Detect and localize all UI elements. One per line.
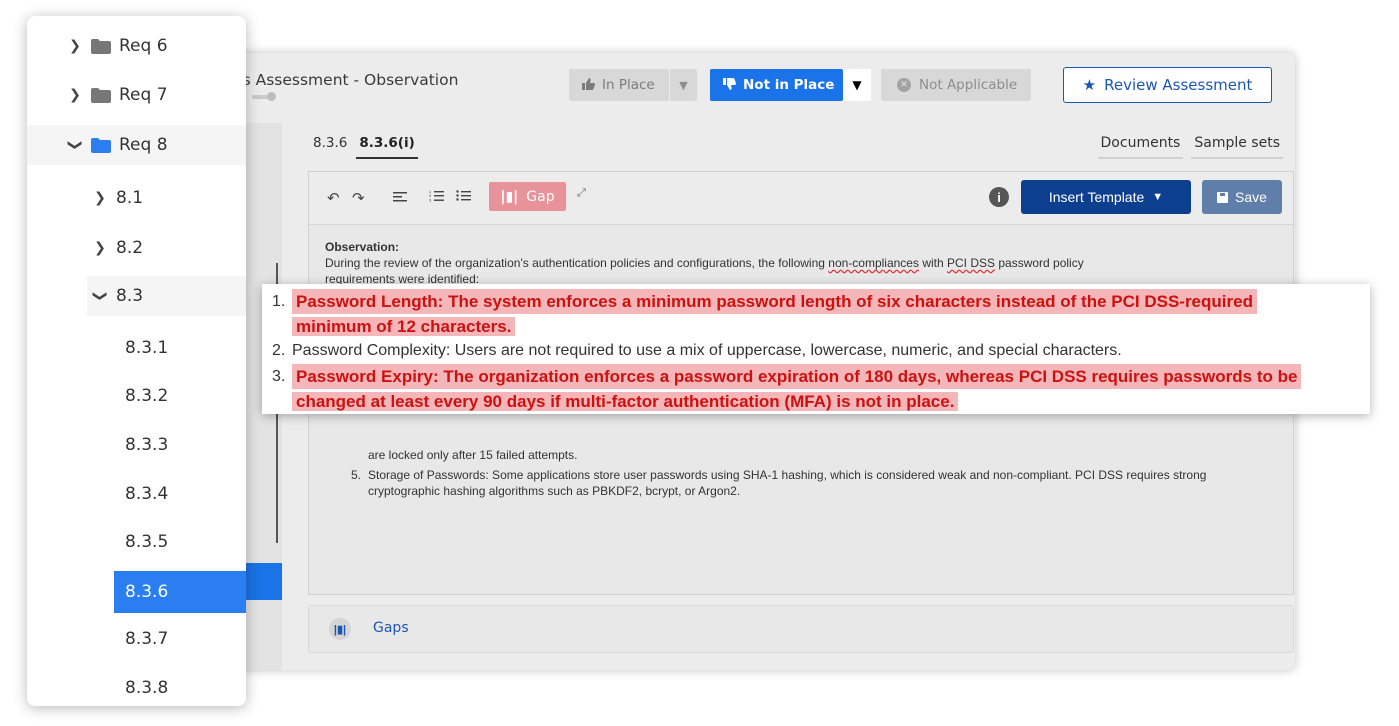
not-in-place-label: Not in Place bbox=[743, 77, 835, 93]
save-button[interactable]: Save bbox=[1202, 180, 1282, 214]
callout-item-1: 1. Password Length: The system enforces … bbox=[272, 289, 1257, 339]
list-item: 5. Storage of Passwords: Some application… bbox=[351, 468, 1207, 498]
list-item: are locked only after 15 failed attempts… bbox=[368, 448, 578, 462]
gap-button[interactable]: |▮| Gap bbox=[489, 182, 566, 211]
chevron-right-icon[interactable]: ❯ bbox=[92, 190, 108, 206]
review-assessment-label: Review Assessment bbox=[1104, 76, 1253, 94]
zoom-callout: 1. Password Length: The system enforces … bbox=[262, 284, 1370, 414]
tree-item-8-3-2[interactable]: 8.3.2 bbox=[27, 376, 246, 416]
redo-icon[interactable]: ↷ bbox=[352, 189, 365, 207]
not-applicable-button[interactable]: ✕ Not Applicable bbox=[881, 69, 1031, 101]
info-icon[interactable]: i bbox=[989, 187, 1009, 207]
not-in-place-button[interactable]: Not in Place bbox=[710, 69, 843, 101]
tree-item-8-3-4[interactable]: 8.3.4 bbox=[27, 474, 246, 514]
highlighted-text: Password Length: The system enforces a m… bbox=[292, 289, 1257, 314]
folder-icon bbox=[91, 137, 111, 153]
caret-down-icon: ▼ bbox=[1152, 191, 1164, 203]
star-icon: ★ bbox=[1082, 76, 1097, 94]
tree-item-req-6[interactable]: ❯ Req 6 bbox=[27, 26, 246, 66]
ordered-list-icon[interactable]: 123 bbox=[429, 189, 444, 206]
active-row-indicator bbox=[245, 563, 282, 600]
tree-item-8-1[interactable]: ❯ 8.1 bbox=[27, 178, 246, 218]
modal-title: ils Assessment - Observation bbox=[234, 71, 459, 89]
observation-intro: During the review of the organization's … bbox=[325, 256, 1084, 270]
save-label: Save bbox=[1235, 189, 1267, 205]
requirement-tabs: 8.3.6 8.3.6(i) bbox=[310, 133, 424, 159]
folder-icon bbox=[91, 87, 111, 103]
tree-item-8-2[interactable]: ❯ 8.2 bbox=[27, 228, 246, 268]
drag-handle-icon[interactable] bbox=[252, 92, 276, 101]
tab-8-3-6[interactable]: 8.3.6 bbox=[310, 133, 350, 159]
chevron-right-icon[interactable]: ❯ bbox=[92, 240, 108, 256]
tab-documents[interactable]: Documents bbox=[1097, 133, 1184, 159]
callout-item-2: 2. Password Complexity: Users are not re… bbox=[272, 342, 1122, 359]
align-icon[interactable] bbox=[393, 189, 407, 206]
insert-template-label: Insert Template bbox=[1048, 189, 1145, 205]
thumbs-up-icon bbox=[582, 77, 595, 93]
bullet-list-icon[interactable] bbox=[456, 189, 471, 206]
callout-item-3: 3. Password Expiry: The organization enf… bbox=[272, 364, 1302, 414]
tree-item-8-3-1[interactable]: 8.3.1 bbox=[27, 328, 246, 368]
tree-item-8-3[interactable]: ❯ 8.3 bbox=[87, 276, 246, 316]
tree-item-req-8[interactable]: ❯ Req 8 bbox=[27, 125, 246, 165]
chevron-right-icon[interactable]: ❯ bbox=[67, 87, 83, 103]
tree-item-8-3-6[interactable]: 8.3.6 bbox=[114, 571, 246, 613]
highlighted-text: Password Expiry: The organization enforc… bbox=[292, 364, 1302, 389]
side-tabs: Documents Sample sets bbox=[1090, 133, 1283, 159]
not-applicable-label: Not Applicable bbox=[919, 77, 1018, 93]
tree-item-8-3-5[interactable]: 8.3.5 bbox=[27, 522, 246, 562]
in-place-label: In Place bbox=[602, 77, 655, 93]
save-icon bbox=[1217, 191, 1229, 203]
insert-template-button[interactable]: Insert Template ▼ bbox=[1021, 180, 1191, 214]
observation-list: are locked only after 15 failed attempts… bbox=[325, 447, 1275, 499]
thumbs-down-icon bbox=[723, 77, 736, 93]
gap-icon: |▮| bbox=[500, 188, 519, 205]
chevron-right-icon[interactable]: ❯ bbox=[67, 38, 83, 54]
observation-heading: Observation: bbox=[325, 240, 400, 254]
svg-text:3: 3 bbox=[429, 198, 432, 203]
gap-icon: |▮| bbox=[329, 618, 351, 640]
editor-toolbar: ↶ ↷ 123 |▮| Gap ⤢ i Insert Template ▼ Sa… bbox=[309, 172, 1293, 225]
gaps-panel[interactable]: |▮| Gaps bbox=[308, 605, 1294, 653]
not-in-place-dropdown[interactable]: ▼ bbox=[843, 69, 871, 101]
gaps-label: Gaps bbox=[373, 620, 409, 636]
chevron-down-icon[interactable]: ❯ bbox=[92, 288, 108, 304]
review-assessment-button[interactable]: ★ Review Assessment bbox=[1063, 67, 1272, 103]
requirements-tree: ❯ Req 6 ❯ Req 7 ❯ Req 8 ❯ 8.1 ❯ 8.2 ❯ 8.… bbox=[27, 16, 246, 706]
in-place-button[interactable]: In Place bbox=[569, 69, 669, 101]
in-place-dropdown[interactable]: ▼ bbox=[669, 69, 697, 101]
close-circle-icon: ✕ bbox=[897, 78, 911, 92]
tab-8-3-6-i[interactable]: 8.3.6(i) bbox=[356, 133, 418, 159]
caret-down-icon: ▼ bbox=[843, 69, 871, 101]
tree-item-8-3-3[interactable]: 8.3.3 bbox=[27, 425, 246, 465]
highlighted-text: changed at least every 90 days if multi-… bbox=[292, 392, 959, 411]
gap-label: Gap bbox=[526, 188, 555, 205]
tree-item-8-3-8[interactable]: 8.3.8 bbox=[27, 668, 246, 706]
expand-icon[interactable]: ⤢ bbox=[577, 187, 586, 200]
chevron-down-icon[interactable]: ❯ bbox=[67, 137, 83, 153]
highlighted-text: minimum of 12 characters. bbox=[292, 317, 516, 336]
undo-icon[interactable]: ↶ bbox=[327, 189, 340, 207]
tree-item-req-7[interactable]: ❯ Req 7 bbox=[27, 75, 246, 115]
folder-icon bbox=[91, 38, 111, 54]
tree-item-8-3-7[interactable]: 8.3.7 bbox=[27, 619, 246, 659]
caret-down-icon: ▼ bbox=[679, 78, 688, 92]
tab-sample-sets[interactable]: Sample sets bbox=[1191, 133, 1283, 159]
